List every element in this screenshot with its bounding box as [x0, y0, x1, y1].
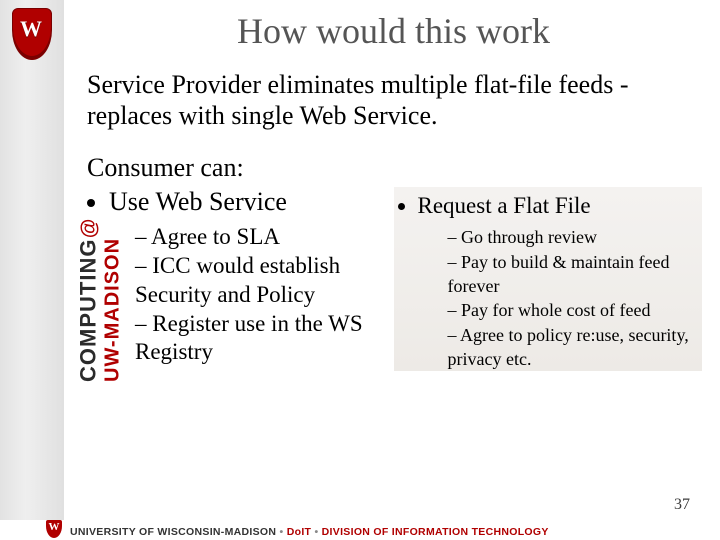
slide: W COMPUTING@ UW-MADISON How would this w…: [0, 0, 720, 540]
content-area: How would this work Service Provider eli…: [85, 8, 702, 512]
left-sub-c: Register use in the WS Registry: [135, 310, 394, 368]
footer: UNIVERSITY OF WISCONSIN-MADISON • DoIT •…: [0, 520, 720, 540]
crest-icon: W: [12, 8, 50, 58]
slide-title: How would this work: [85, 10, 702, 52]
sidebar-banner: W COMPUTING@ UW-MADISON: [0, 0, 64, 540]
right-sub-b: Pay to build & maintain feed forever: [448, 250, 703, 299]
intro-paragraph: Service Provider eliminates multiple fla…: [87, 70, 702, 131]
right-bullet-text: Request a Flat File: [418, 193, 591, 218]
consumer-label: Consumer can:: [87, 153, 702, 183]
footer-text: UNIVERSITY OF WISCONSIN-MADISON • DoIT •…: [70, 526, 549, 538]
footer-doit: DoIT: [287, 526, 312, 538]
left-sub-a: Agree to SLA: [135, 223, 394, 252]
right-column: Request a Flat File Go through review Pa…: [394, 187, 703, 371]
left-column: Use Web Service Agree to SLA ICC would e…: [85, 187, 394, 371]
right-sub-d: Agree to policy re:use, security, privac…: [448, 323, 703, 372]
left-sub-b: ICC would establish Security and Policy: [135, 252, 394, 310]
crest-letter: W: [12, 16, 50, 42]
right-sub-a: Go through review: [448, 225, 703, 249]
footer-sep-2: •: [311, 526, 321, 538]
two-column-area: Use Web Service Agree to SLA ICC would e…: [85, 187, 702, 371]
footer-sep-1: •: [276, 526, 286, 538]
footer-institution: UNIVERSITY OF WISCONSIN-MADISON: [70, 526, 276, 538]
footer-division: DIVISION OF INFORMATION TECHNOLOGY: [322, 526, 549, 538]
page-number: 37: [674, 496, 690, 514]
right-sub-c: Pay for whole cost of feed: [448, 298, 703, 322]
left-bullet-text: Use Web Service: [109, 187, 287, 216]
left-bullet: Use Web Service Agree to SLA ICC would e…: [109, 187, 394, 367]
right-bullet: Request a Flat File Go through review Pa…: [418, 193, 703, 371]
footer-crest-icon: [46, 520, 62, 538]
